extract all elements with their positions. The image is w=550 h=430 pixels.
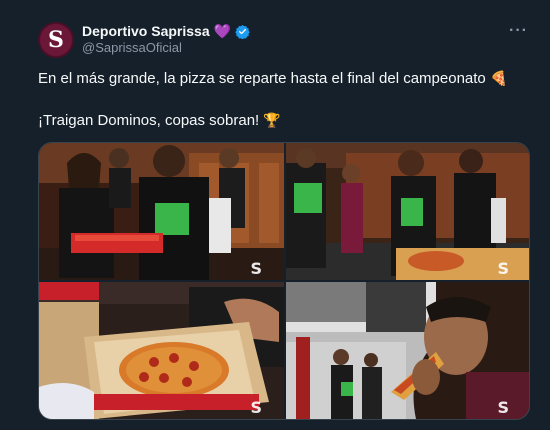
photo-locker-room-image [39,143,284,280]
saprissa-watermark-logo: S [497,259,509,278]
tweet-text-line2: ¡Traigan Dominos, copas sobran! 🏆 [38,110,528,131]
media-photo-4[interactable]: S [286,282,529,419]
author-name-row: Deportivo Saprissa 💜 [82,22,250,40]
media-photo-1[interactable]: S [39,143,284,280]
media-photo-3[interactable]: S [39,282,284,419]
saprissa-watermark-logo: S [250,398,262,417]
tweet-line1-text: En el más grande, la pizza se reparte ha… [38,70,486,87]
tweet-text-line1: En el más grande, la pizza se reparte ha… [38,68,528,89]
photo-pizza-box-image [39,282,284,419]
saprissa-watermark-logo: S [497,398,509,417]
media-photo-2[interactable]: S [286,143,529,280]
avatar[interactable]: S [38,22,74,58]
avatar-letter: S [48,27,64,53]
handle[interactable]: @SaprissaOficial [82,40,182,55]
purple-heart-icon: 💜 [213,23,232,39]
pizza-emoji-icon: 🍕 [489,70,508,86]
tweet-line2-text: ¡Traigan Dominos, copas sobran! [38,112,260,129]
display-name[interactable]: Deportivo Saprissa [82,23,210,39]
photo-player-eating-slice-image [286,282,529,419]
saprissa-watermark-logo: S [250,259,262,278]
verified-badge-icon [235,24,250,39]
photo-players-eating-image [286,143,529,280]
media-grid: S S S S [38,142,530,420]
more-options-icon[interactable]: ··· [509,22,528,40]
trophy-emoji-icon: 🏆 [263,112,281,128]
tweet-card: S Deportivo Saprissa 💜 @SaprissaOficial … [0,0,550,430]
